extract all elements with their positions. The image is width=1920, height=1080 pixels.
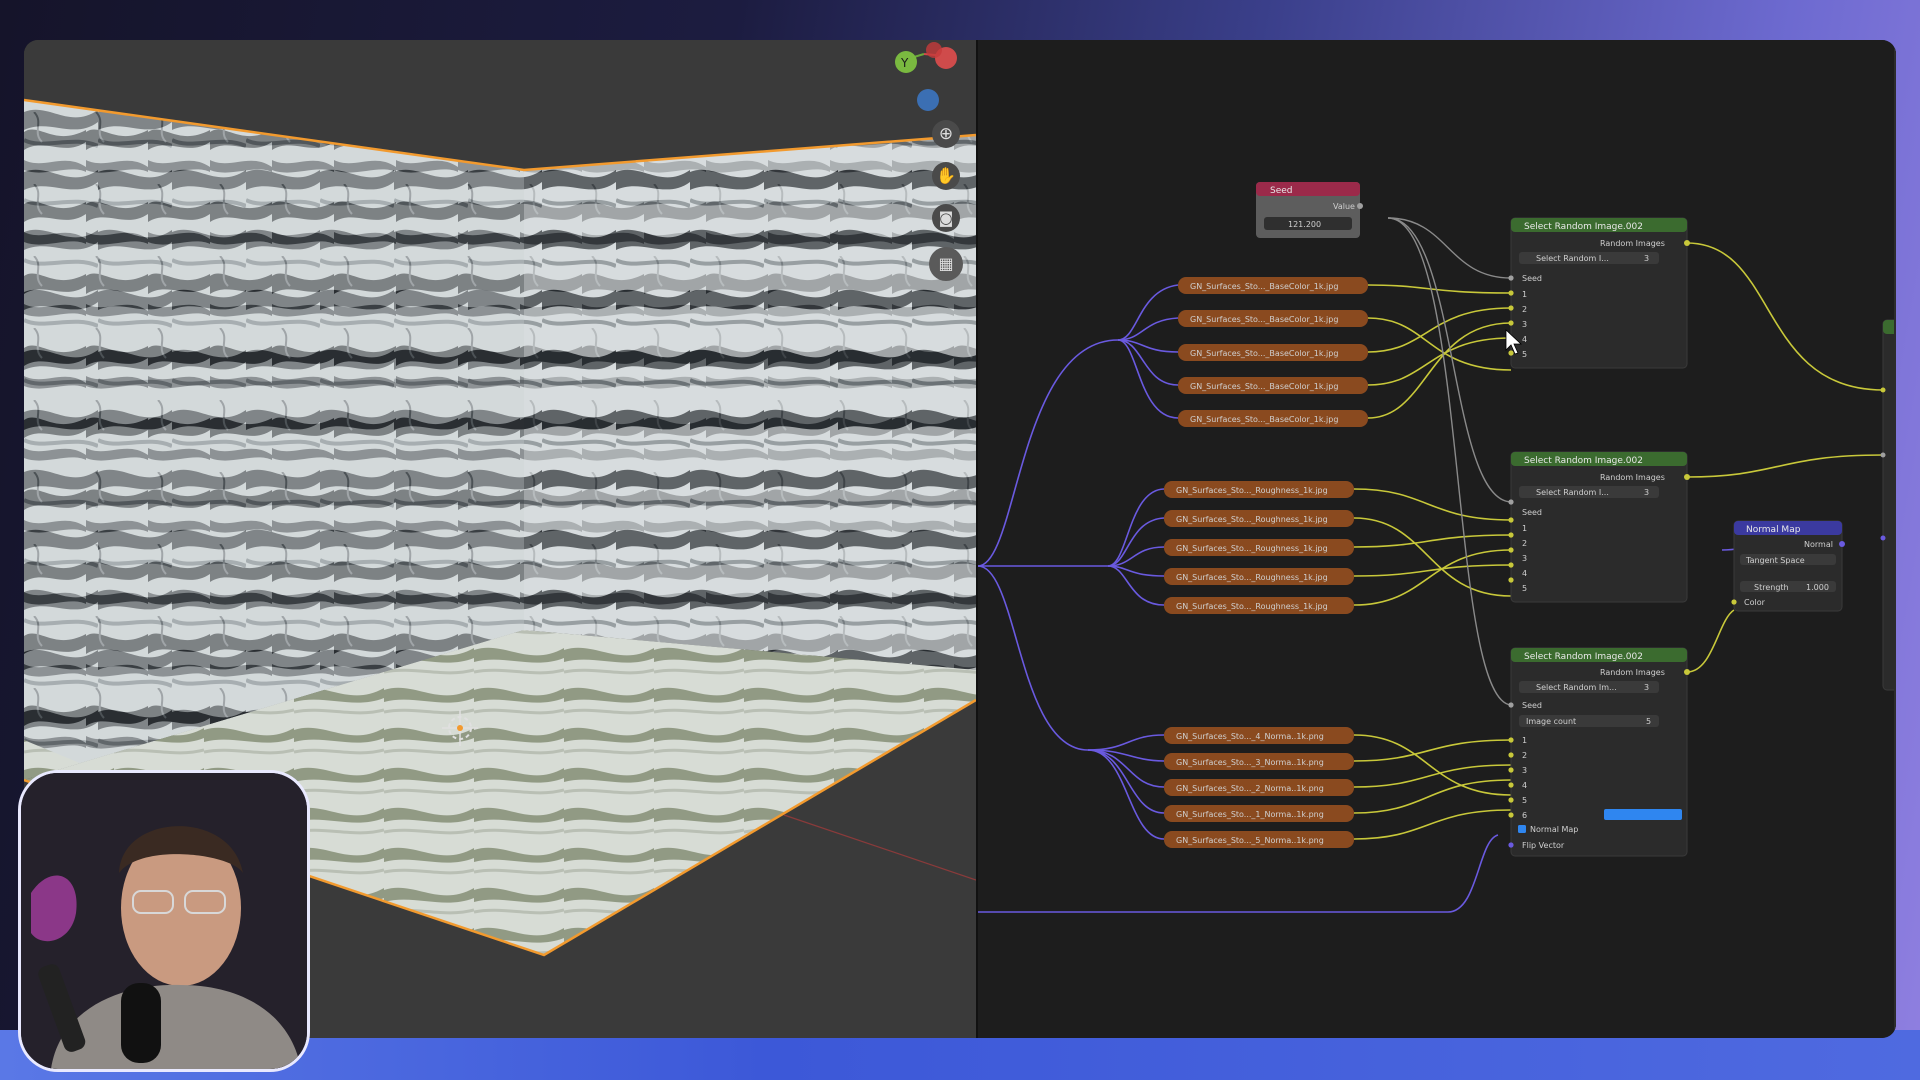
node-title: Select Random Image.002: [1524, 456, 1643, 466]
user-count: 3: [1644, 488, 1649, 497]
user-count: 3: [1644, 254, 1649, 263]
image-node-label: GN_Surfaces_Sto..._5_Norma..1k.png: [1176, 836, 1324, 845]
zoom-icon[interactable]: ⊕: [932, 120, 960, 148]
image-node-label: GN_Surfaces_Sto..._1_Norma..1k.png: [1176, 810, 1324, 819]
strength-label: Strength: [1754, 583, 1789, 592]
node-title: Normal Map: [1746, 525, 1801, 535]
image-node-label: GN_Surfaces_Sto..._Roughness_1k.jpg: [1176, 515, 1328, 524]
select-random-image-node-3[interactable]: Select Random Image.002 Random Images Se…: [1508, 647, 1690, 857]
input-label: 2: [1522, 539, 1527, 548]
image-count-value: 5: [1646, 717, 1651, 726]
seed-input-label: Seed: [1522, 508, 1542, 517]
input-label: 5: [1522, 350, 1527, 359]
group-selector: Select Random I...: [1536, 488, 1609, 497]
shader-node-editor[interactable]: Seed Value 121.200 GN_Surfaces_Sto..._Ba…: [978, 40, 1896, 1038]
strength-value: 1.000: [1806, 583, 1829, 592]
input-label: 5: [1522, 796, 1527, 805]
user-count: 3: [1644, 683, 1649, 692]
image-count-label: Image count: [1526, 717, 1576, 726]
image-node-label: GN_Surfaces_Sto..._3_Norma..1k.png: [1176, 758, 1324, 767]
z-axis-handle: [917, 89, 939, 111]
space-selector: Tangent Space: [1745, 556, 1805, 565]
image-node-label: GN_Surfaces_Sto..._BaseColor_1k.jpg: [1190, 382, 1338, 391]
input-label: 1: [1522, 736, 1527, 745]
group-selector: Select Random Im...: [1536, 683, 1617, 692]
base-color-image-nodes[interactable]: GN_Surfaces_Sto..._BaseColor_1k.jpg GN_S…: [1178, 277, 1368, 427]
output-label: Random Images: [1600, 239, 1665, 248]
input-label: 4: [1522, 335, 1527, 344]
image-node-label: GN_Surfaces_Sto..._2_Norma..1k.png: [1176, 784, 1324, 793]
navigation-gizmo[interactable]: Y: [854, 40, 974, 125]
output-label: Random Images: [1600, 473, 1665, 482]
normal-map-checkbox: [1518, 825, 1526, 833]
input-label: 3: [1522, 554, 1527, 563]
input-label: 3: [1522, 320, 1527, 329]
input-label: 3: [1522, 766, 1527, 775]
y-axis-label: Y: [900, 56, 909, 70]
node-title: Select Random Image.002: [1524, 652, 1643, 662]
axis-gizmo: Y: [895, 42, 957, 111]
normal-map-checkbox-label: Normal Map: [1530, 825, 1578, 834]
editor-scrollbar[interactable]: [1894, 40, 1896, 1038]
output-label: Normal: [1804, 540, 1833, 549]
select-random-image-node-1[interactable]: Select Random Image.002 Random Images Se…: [1508, 217, 1690, 369]
highlight-bar: [1604, 809, 1682, 820]
color-input-label: Color: [1744, 598, 1766, 607]
group-selector: Select Random I...: [1536, 254, 1609, 263]
image-node-label: GN_Surfaces_Sto..._BaseColor_1k.jpg: [1190, 282, 1338, 291]
seed-input-label: Seed: [1522, 701, 1542, 710]
input-label: 1: [1522, 524, 1527, 533]
input-label: 4: [1522, 569, 1527, 578]
input-label: 2: [1522, 751, 1527, 760]
grid-view-icon[interactable]: ▦: [929, 247, 963, 281]
webcam-overlay: [18, 770, 310, 1072]
image-node-label: GN_Surfaces_Sto..._Roughness_1k.jpg: [1176, 602, 1328, 611]
seed-value: 121.200: [1288, 220, 1321, 229]
image-node-label: GN_Surfaces_Sto..._4_Norma..1k.png: [1176, 732, 1324, 741]
input-label: 5: [1522, 584, 1527, 593]
seed-node-title: Seed: [1270, 186, 1293, 196]
output-label: Random Images: [1600, 668, 1665, 677]
seed-node[interactable]: Seed Value 121.200: [1256, 182, 1363, 238]
normal-image-nodes[interactable]: GN_Surfaces_Sto..._4_Norma..1k.png GN_Su…: [1164, 727, 1354, 848]
input-label: 1: [1522, 290, 1527, 299]
presenter-video: [21, 773, 307, 1069]
input-label: 6: [1522, 811, 1527, 820]
camera-icon[interactable]: ◙: [932, 204, 960, 232]
image-node-label: GN_Surfaces_Sto..._BaseColor_1k.jpg: [1190, 415, 1338, 424]
input-label: 4: [1522, 781, 1527, 790]
node-title: Select Random Image.002: [1524, 222, 1643, 232]
image-node-label: GN_Surfaces_Sto..._BaseColor_1k.jpg: [1190, 315, 1338, 324]
image-node-label: GN_Surfaces_Sto..._Roughness_1k.jpg: [1176, 544, 1328, 553]
image-node-label: GN_Surfaces_Sto..._Roughness_1k.jpg: [1176, 486, 1328, 495]
roughness-image-nodes[interactable]: GN_Surfaces_Sto..._Roughness_1k.jpg GN_S…: [1164, 481, 1354, 614]
select-random-image-node-2[interactable]: Select Random Image.002 Random Images Se…: [1508, 451, 1690, 603]
node-canvas: Seed Value 121.200 GN_Surfaces_Sto..._Ba…: [978, 182, 1896, 913]
flip-vector-label: Flip Vector: [1522, 841, 1565, 850]
normal-map-node[interactable]: Normal Map Normal Tangent Space Strength…: [1731, 520, 1845, 612]
hand-pan-icon[interactable]: ✋: [932, 162, 960, 190]
input-label: 2: [1522, 305, 1527, 314]
seed-input-label: Seed: [1522, 274, 1542, 283]
image-node-label: GN_Surfaces_Sto..._Roughness_1k.jpg: [1176, 573, 1328, 582]
seed-output-label: Value: [1333, 202, 1355, 211]
image-node-label: GN_Surfaces_Sto..._BaseColor_1k.jpg: [1190, 349, 1338, 358]
